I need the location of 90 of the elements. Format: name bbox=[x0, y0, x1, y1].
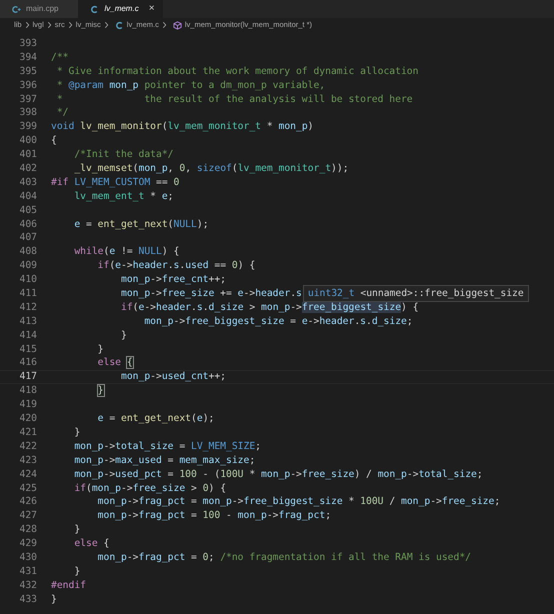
code-line: if(e->header.s.used == 0) { bbox=[96, 259, 256, 274]
chevron-icon bbox=[46, 21, 52, 29]
code-line: */ bbox=[56, 106, 68, 120]
code-line: mon_p->frag_pct = 100 - mon_p->frag_pct; bbox=[96, 509, 332, 524]
line-number: 408 bbox=[18, 245, 37, 260]
chevron-icon bbox=[104, 21, 109, 29]
code-line: #if LV_MEM_CUSTOM == 0 bbox=[51, 176, 180, 190]
cube-icon bbox=[172, 20, 182, 30]
line-number: 428 bbox=[18, 523, 37, 538]
line-number: 409 bbox=[18, 259, 37, 274]
code-line: } bbox=[120, 328, 127, 343]
code-line: } bbox=[96, 342, 104, 356]
code-line: mon_p->used_pct = 100 - (100U * mon_p->free_size) / mon_p->total_size; bbox=[73, 468, 483, 482]
line-number: 419 bbox=[18, 398, 37, 412]
code-line: } bbox=[51, 592, 57, 607]
line-number: 423 bbox=[18, 454, 37, 468]
line-number: 396 bbox=[18, 78, 37, 93]
line-number: 427 bbox=[18, 509, 37, 524]
chevron-icon bbox=[24, 21, 30, 29]
line-number: 413 bbox=[18, 314, 37, 329]
line-number: 429 bbox=[18, 537, 37, 551]
code-line: _lv_memset(mon_p, 0, sizeof(lv_mem_monitor_t)); bbox=[73, 162, 349, 176]
code-line: e = ent_get_next(e); bbox=[96, 412, 214, 426]
code-line: mon_p->free_cnt++; bbox=[120, 273, 226, 288]
code-line: else { bbox=[96, 356, 133, 370]
line-number: 420 bbox=[18, 412, 37, 426]
line-number: 430 bbox=[18, 550, 37, 565]
line-number: 425 bbox=[18, 482, 37, 496]
code-line: } bbox=[73, 523, 80, 538]
line-number: 402 bbox=[18, 162, 37, 176]
line-number: 407 bbox=[18, 231, 37, 246]
line-number: 405 bbox=[18, 204, 37, 218]
line-number: 426 bbox=[18, 495, 37, 510]
line-number: 395 bbox=[18, 64, 37, 79]
code-line: } bbox=[73, 564, 80, 579]
code-line: mon_p->total_size = LV_MEM_SIZE; bbox=[73, 440, 261, 454]
code-line: else { bbox=[73, 537, 110, 551]
line-number: 422 bbox=[18, 440, 37, 454]
line-number: 403 bbox=[18, 176, 37, 190]
code-line: e = ent_get_next(NULL); bbox=[73, 218, 209, 232]
code-line: mon_p->frag_pct = mon_p->free_biggest_size * 100U / mon_p->free_size; bbox=[96, 495, 500, 510]
code-line: } bbox=[73, 426, 80, 440]
c-file-icon bbox=[90, 4, 100, 14]
cpp-file-icon bbox=[12, 4, 21, 14]
editor-tab[interactable]: main.cpp bbox=[0, 0, 78, 18]
line-number: 401 bbox=[18, 148, 37, 162]
line-number: 418 bbox=[18, 384, 37, 398]
line-number: 431 bbox=[18, 564, 37, 579]
line-number: 394 bbox=[18, 50, 37, 65]
code-line: #endif bbox=[51, 578, 86, 593]
line-number: 415 bbox=[18, 342, 37, 356]
line-number: 424 bbox=[18, 468, 37, 482]
code-line: if(mon_p->free_size > 0) { bbox=[73, 482, 226, 496]
code-line: * @param mon_p pointer to a dm_mon_p variable, bbox=[56, 78, 326, 93]
hover-tooltip: uint32_t <unnamed>::free_biggest_size bbox=[302, 285, 529, 302]
code-line: while(e != NULL) { bbox=[73, 245, 180, 260]
code-line: * Give information about the work memory of dynamic allocation bbox=[56, 64, 418, 79]
code-line: mon_p->used_cnt++; bbox=[120, 370, 226, 384]
line-number: 398 bbox=[18, 106, 37, 120]
close-button[interactable]: × bbox=[146, 4, 157, 14]
line-number: 400 bbox=[18, 134, 37, 148]
chevron-icon bbox=[68, 21, 73, 29]
line-number: 406 bbox=[18, 218, 37, 232]
line-number: 411 bbox=[18, 287, 37, 301]
line-number: 399 bbox=[18, 120, 37, 134]
c-file-icon bbox=[114, 20, 124, 30]
code-line: * the result of the analysis will be stored here bbox=[56, 92, 413, 106]
code-line: lv_mem_ent_t * e; bbox=[73, 190, 174, 204]
line-number: 433 bbox=[18, 592, 37, 607]
code-line: { bbox=[51, 134, 57, 148]
line-number: 432 bbox=[18, 578, 37, 593]
code-line: /*Init the data*/ bbox=[73, 148, 174, 162]
code-line: void lv_mem_monitor(lv_mem_monitor_t * mon_p) bbox=[51, 120, 314, 134]
code-line: mon_p->free_size += e->header.s bbox=[120, 287, 302, 301]
code-line: mon_p->max_used = mem_max_size; bbox=[73, 454, 256, 468]
editor-tab[interactable]: lv_mem.c × bbox=[78, 0, 163, 18]
code-line: /** bbox=[51, 50, 68, 65]
chevron-icon bbox=[162, 21, 167, 29]
line-number: 421 bbox=[18, 426, 37, 440]
line-number: 416 bbox=[18, 356, 37, 370]
line-number: 417 bbox=[18, 370, 37, 384]
code-line: mon_p->frag_pct = 0; /*no fragmentation if all the RAM is used*/ bbox=[96, 550, 471, 565]
code-line: if(e->header.s.d_size > mon_p->free_biggest_size) { bbox=[120, 300, 419, 315]
line-number: 404 bbox=[18, 190, 37, 204]
code-line: mon_p->free_biggest_size = e->header.s.d_size; bbox=[143, 314, 413, 329]
line-number: 412 bbox=[18, 300, 37, 315]
line-number: 410 bbox=[18, 273, 37, 288]
line-number: 414 bbox=[18, 328, 37, 343]
line-number: 397 bbox=[18, 92, 37, 106]
line-number: 393 bbox=[18, 37, 37, 51]
